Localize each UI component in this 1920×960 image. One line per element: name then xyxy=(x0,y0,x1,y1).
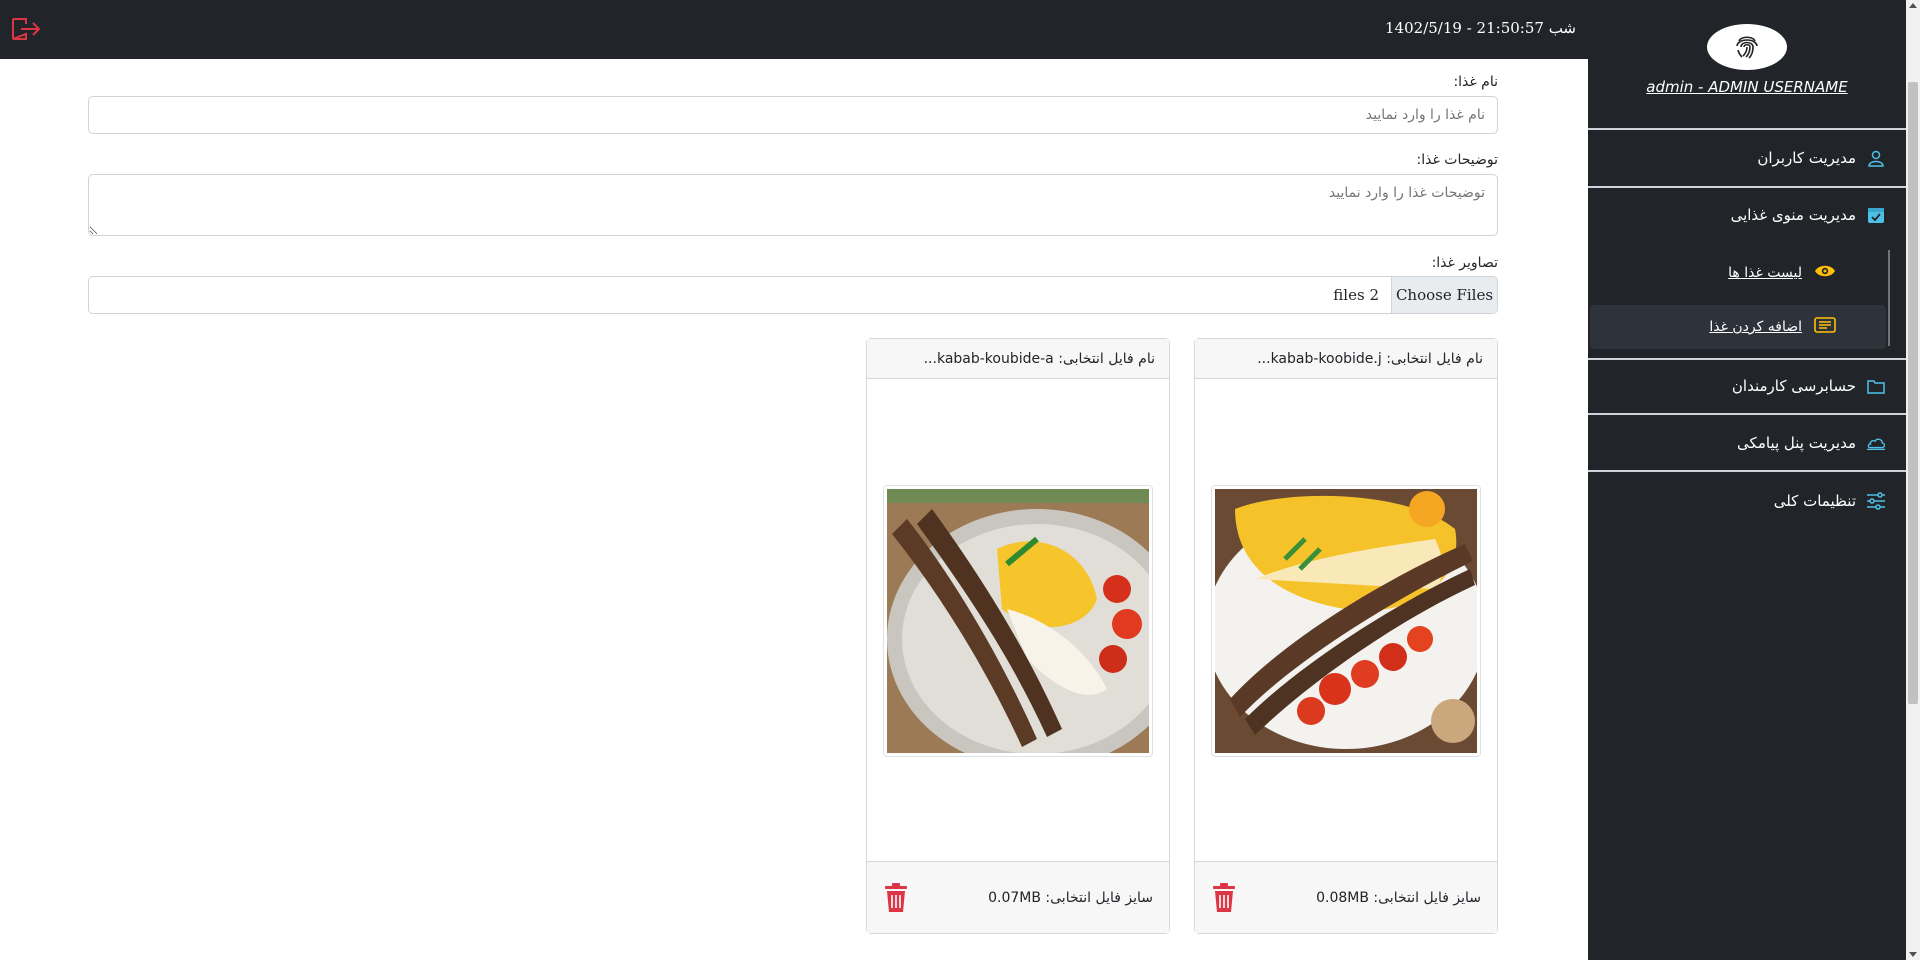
scrollbar-thumb[interactable] xyxy=(1908,82,1918,704)
datetime-display: شب 21:50:57 - 1402/5/19 xyxy=(1385,19,1576,37)
sidebar-item-label: حسابرسی کارمندان xyxy=(1731,377,1856,395)
files-chosen-text: 2 files xyxy=(1333,286,1379,304)
sidebar: admin - ADMIN USERNAME مدیریت کاربران مد… xyxy=(1588,0,1906,960)
user-name-link[interactable]: admin - ADMIN USERNAME xyxy=(1588,78,1906,96)
user-icon xyxy=(1866,148,1886,168)
food-images-file-input[interactable]: Choose Files 2 files xyxy=(88,276,1498,314)
sidebar-item-users[interactable]: مدیریت کاربران xyxy=(1757,148,1886,168)
sidebar-subitem-label: اضافه کردن غذا xyxy=(1709,319,1802,335)
folder-icon xyxy=(1866,376,1886,396)
fingerprint-logo-icon xyxy=(1707,24,1787,70)
trash-icon[interactable] xyxy=(1211,882,1237,913)
sidebar-subitem-add-food[interactable]: اضافه کردن غذا xyxy=(1709,317,1836,337)
submenu-line xyxy=(1888,250,1890,346)
sidebar-item-settings[interactable]: تنظیمات کلی xyxy=(1774,491,1886,511)
food-description-label: توضیحات غذا: xyxy=(1416,152,1498,168)
food-image-preview xyxy=(1206,484,1486,757)
sidebar-item-label: مدیریت پنل پیامکی xyxy=(1737,434,1856,452)
eye-icon xyxy=(1814,263,1836,283)
image-preview-card: نام فایل انتخابی: kabab-koobide.j... سای… xyxy=(1194,338,1498,934)
scroll-up-arrow-icon[interactable] xyxy=(1909,3,1917,8)
sidebar-divider xyxy=(1588,470,1906,472)
food-name-input[interactable] xyxy=(88,96,1498,134)
sidebar-item-label: مدیریت منوی غذایی xyxy=(1730,206,1856,224)
calendar-check-icon xyxy=(1866,205,1886,225)
sidebar-item-sms-panel[interactable]: مدیریت پنل پیامکی xyxy=(1737,433,1886,453)
image-preview-card: نام فایل انتخابی: kabab-koubide-a... سای… xyxy=(866,338,1187,934)
food-image-preview xyxy=(883,484,1187,769)
sidebar-divider xyxy=(1588,358,1906,360)
scroll-down-arrow-icon[interactable] xyxy=(1909,952,1917,957)
top-navbar: شب 21:50:57 - 1402/5/19 xyxy=(0,0,1588,59)
sidebar-divider xyxy=(1588,128,1906,130)
sidebar-item-food-menu[interactable]: مدیریت منوی غذایی xyxy=(1731,205,1886,225)
sidebar-divider xyxy=(1588,186,1906,188)
selected-file-size: سایز فایل انتخابی: 0.08MB xyxy=(1316,889,1481,906)
food-images-label: تصاویر غذا: xyxy=(1431,255,1498,271)
cloud-icon xyxy=(1866,433,1886,453)
card-text-icon xyxy=(1814,317,1836,337)
sidebar-subitem-food-list[interactable]: لیست غذا ها xyxy=(1728,263,1836,283)
selected-filename: نام فایل انتخابی: kabab-koubide-a... xyxy=(867,339,1169,379)
sliders-icon xyxy=(1866,491,1886,511)
selected-filename: نام فایل انتخابی: kabab-koobide.j... xyxy=(1195,339,1497,379)
food-description-textarea[interactable] xyxy=(88,174,1498,236)
sidebar-subitem-label: لیست غذا ها xyxy=(1728,265,1802,281)
trash-icon[interactable] xyxy=(883,882,909,913)
food-name-label: نام غذا: xyxy=(1453,74,1498,90)
choose-files-button[interactable]: Choose Files xyxy=(1391,277,1497,313)
sidebar-item-label: مدیریت کاربران xyxy=(1757,149,1856,167)
selected-file-size: سایز فایل انتخابی: 0.07MB xyxy=(988,889,1153,906)
sidebar-divider xyxy=(1588,413,1906,415)
logout-icon[interactable] xyxy=(10,16,42,42)
sidebar-item-staff-audit[interactable]: حسابرسی کارمندان xyxy=(1732,376,1886,396)
page-scrollbar[interactable] xyxy=(1906,0,1920,960)
sidebar-item-label: تنظیمات کلی xyxy=(1773,492,1856,510)
